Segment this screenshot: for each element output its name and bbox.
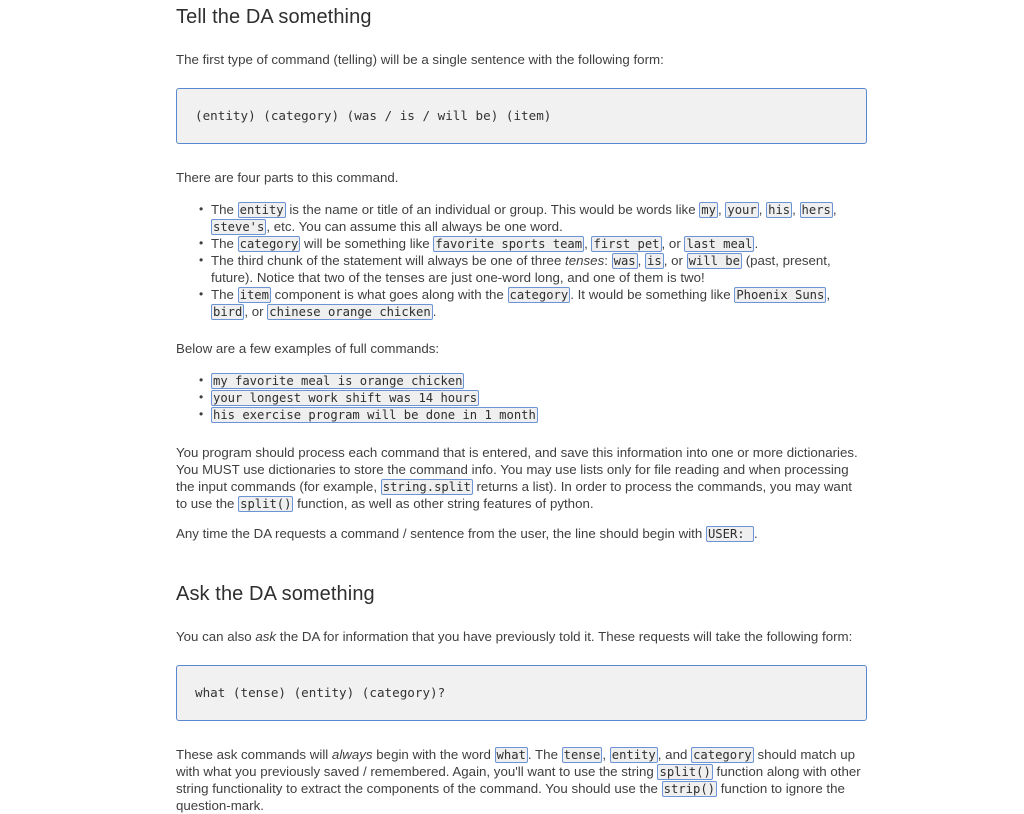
emphasis-text: tenses	[565, 253, 605, 268]
page-title: Tell the DA something	[176, 6, 372, 28]
inline-code: hers	[799, 202, 833, 218]
list-item: my favorite meal is orange chicken	[199, 372, 866, 389]
inline-code: first pet	[591, 236, 662, 252]
list-item: The item component is what goes along wi…	[199, 286, 866, 320]
inline-code: his	[766, 202, 793, 218]
inline-code: is	[645, 253, 664, 269]
section-heading-ask: Ask the DA something	[176, 582, 375, 605]
inline-code: bird	[211, 304, 245, 320]
inline-code: category	[691, 746, 754, 763]
inline-code: was	[611, 253, 638, 269]
intro-paragraph-ask: You can also ask the DA for information …	[176, 628, 853, 644]
inline-code: Phoenix Suns	[734, 287, 827, 303]
command-parts-list: The entity is the name or title of an in…	[176, 201, 866, 320]
inline-code: will be	[686, 253, 742, 269]
four-parts-paragraph: There are four parts to this command.	[176, 170, 399, 185]
inline-code: string.split	[380, 478, 473, 495]
dictionaries-paragraph: You program should process each command …	[176, 444, 858, 512]
list-item: The entity is the name or title of an in…	[199, 201, 866, 235]
inline-code: your	[725, 202, 759, 218]
ask-commands-paragraph: These ask commands will always begin wit…	[176, 746, 861, 813]
inline-code: what	[494, 746, 528, 763]
list-item: The category will be something like favo…	[199, 235, 866, 252]
code-block-ask-form-text: what (tense) (entity) (category)?	[195, 684, 446, 700]
inline-code: category	[237, 236, 301, 252]
inline-code: split()	[657, 763, 713, 780]
user-prompt-paragraph: Any time the DA requests a command / sen…	[176, 525, 758, 542]
example-command: my favorite meal is orange chicken	[211, 373, 465, 389]
list-item: his exercise program will be done in 1 m…	[199, 406, 866, 424]
example-command: your longest work shift was 14 hours	[211, 390, 480, 407]
inline-code: item	[237, 287, 271, 303]
intro-paragraph-tell: The first type of command (telling) will…	[176, 52, 664, 67]
list-item: your longest work shift was 14 hours	[199, 389, 866, 407]
code-block-ask-form: what (tense) (entity) (category)?	[176, 664, 867, 721]
inline-code: steve's	[211, 219, 267, 235]
emphasis-text: ask	[255, 628, 277, 644]
inline-code: last meal	[684, 236, 755, 252]
examples-intro-paragraph: Below are a few examples of full command…	[176, 341, 440, 356]
inline-code: strip()	[661, 780, 718, 797]
inline-code: category	[507, 287, 571, 303]
inline-code: entity	[609, 746, 658, 763]
inline-code: USER:	[705, 525, 754, 542]
emphasis-text: always	[331, 746, 373, 762]
inline-code: tense	[561, 746, 603, 763]
code-block-tell-form: (entity) (category) (was / is / will be)…	[176, 88, 867, 144]
code-block-tell-form-text: (entity) (category) (was / is / will be)…	[195, 108, 552, 123]
inline-code: favorite sports team	[433, 236, 585, 252]
example-command: his exercise program will be done in 1 m…	[211, 407, 538, 424]
inline-code: chinese orange chicken	[267, 304, 433, 320]
examples-list: my favorite meal is orange chicken your …	[176, 372, 866, 424]
inline-code: entity	[237, 202, 286, 218]
inline-code: split()	[238, 495, 294, 512]
list-item: The third chunk of the statement will al…	[199, 252, 866, 286]
document-page: Tell the DA something The first type of …	[0, 0, 1024, 813]
inline-code: my	[699, 202, 718, 218]
